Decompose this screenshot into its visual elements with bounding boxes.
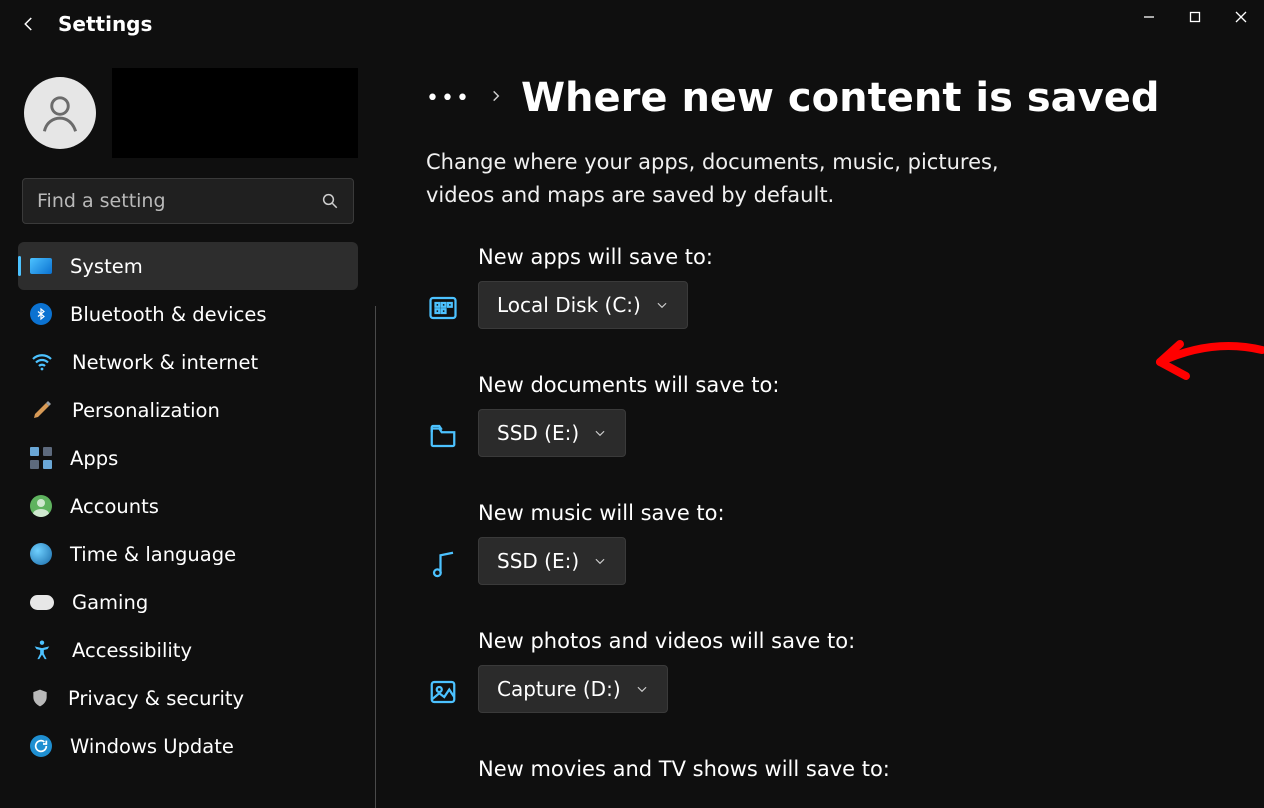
system-icon: [30, 258, 52, 274]
sidebar: System Bluetooth & devices Network & int…: [0, 48, 370, 808]
titlebar: Settings: [0, 0, 1264, 48]
page-title: Where new content is saved: [521, 76, 1160, 120]
photos-location-dropdown[interactable]: Capture (D:): [478, 665, 668, 713]
sidebar-item-label: Gaming: [72, 591, 148, 614]
setting-row-movies-tv: New movies and TV shows will save to:: [428, 757, 1224, 793]
setting-row-apps: New apps will save to: Local Disk (C:): [428, 245, 1224, 329]
back-button[interactable]: [20, 15, 38, 33]
paintbrush-icon: [30, 398, 54, 422]
sidebar-item-label: Time & language: [70, 543, 236, 566]
sidebar-item-label: Personalization: [72, 399, 220, 422]
dropdown-value: Capture (D:): [497, 677, 621, 701]
apps-location-dropdown[interactable]: Local Disk (C:): [478, 281, 688, 329]
sidebar-item-label: Windows Update: [70, 735, 234, 758]
sidebar-item-gaming[interactable]: Gaming: [18, 578, 358, 626]
search-input[interactable]: [37, 190, 297, 212]
sidebar-item-system[interactable]: System: [18, 242, 358, 290]
sidebar-item-label: Network & internet: [72, 351, 258, 374]
wifi-icon: [30, 350, 54, 374]
sidebar-item-time-language[interactable]: Time & language: [18, 530, 358, 578]
dropdown-value: SSD (E:): [497, 549, 579, 573]
dropdown-value: SSD (E:): [497, 421, 579, 445]
setting-label: New movies and TV shows will save to:: [478, 757, 890, 781]
shield-icon: [30, 687, 50, 709]
sidebar-item-accounts[interactable]: Accounts: [18, 482, 358, 530]
setting-row-documents: New documents will save to: SSD (E:): [428, 373, 1224, 457]
sidebar-item-label: Accounts: [70, 495, 159, 518]
apps-icon: [30, 447, 52, 469]
window-controls: [1126, 0, 1264, 48]
music-location-dropdown[interactable]: SSD (E:): [478, 537, 626, 585]
setting-label: New apps will save to:: [478, 245, 713, 269]
close-button[interactable]: [1218, 0, 1264, 34]
breadcrumb-ellipsis[interactable]: •••: [426, 86, 471, 111]
search-field[interactable]: [22, 178, 354, 224]
sidebar-item-label: Apps: [70, 447, 118, 470]
setting-label: New photos and videos will save to:: [478, 629, 855, 653]
sidebar-item-label: Bluetooth & devices: [70, 303, 266, 326]
sidebar-item-privacy[interactable]: Privacy & security: [18, 674, 358, 722]
person-icon: [30, 495, 52, 517]
sidebar-item-label: System: [70, 255, 143, 278]
setting-label: New music will save to:: [478, 501, 725, 525]
accessibility-icon: [30, 638, 54, 662]
sidebar-item-network[interactable]: Network & internet: [18, 338, 358, 386]
account-header[interactable]: [18, 68, 358, 158]
chevron-down-icon: [593, 549, 607, 573]
dropdown-value: Local Disk (C:): [497, 293, 641, 317]
chevron-down-icon: [635, 677, 649, 701]
music-note-icon: [428, 549, 458, 579]
content-pane: ••• Where new content is saved Change wh…: [370, 48, 1264, 808]
chevron-down-icon: [593, 421, 607, 445]
sidebar-item-label: Accessibility: [72, 639, 192, 662]
breadcrumb: ••• Where new content is saved: [426, 76, 1224, 120]
folder-icon: [428, 421, 458, 451]
sidebar-item-apps[interactable]: Apps: [18, 434, 358, 482]
documents-location-dropdown[interactable]: SSD (E:): [478, 409, 626, 457]
sidebar-item-accessibility[interactable]: Accessibility: [18, 626, 358, 674]
setting-row-photos-videos: New photos and videos will save to: Capt…: [428, 629, 1224, 713]
apps-save-icon: [428, 293, 458, 323]
bluetooth-icon: [30, 303, 52, 325]
account-name-redacted: [112, 68, 358, 158]
chevron-right-icon: [489, 89, 503, 107]
sidebar-item-bluetooth[interactable]: Bluetooth & devices: [18, 290, 358, 338]
page-subtitle: Change where your apps, documents, music…: [426, 146, 1066, 211]
sidebar-item-windows-update[interactable]: Windows Update: [18, 722, 358, 770]
update-icon: [30, 735, 52, 757]
maximize-button[interactable]: [1172, 0, 1218, 34]
minimize-button[interactable]: [1126, 0, 1172, 34]
gamepad-icon: [30, 595, 54, 610]
sidebar-item-label: Privacy & security: [68, 687, 244, 710]
app-title: Settings: [58, 12, 152, 36]
search-icon: [321, 192, 339, 210]
avatar: [24, 77, 96, 149]
setting-row-music: New music will save to: SSD (E:): [428, 501, 1224, 585]
nav-list: System Bluetooth & devices Network & int…: [18, 242, 358, 770]
chevron-down-icon: [655, 293, 669, 317]
sidebar-item-personalization[interactable]: Personalization: [18, 386, 358, 434]
globe-clock-icon: [30, 543, 52, 565]
image-icon: [428, 677, 458, 707]
setting-label: New documents will save to:: [478, 373, 779, 397]
